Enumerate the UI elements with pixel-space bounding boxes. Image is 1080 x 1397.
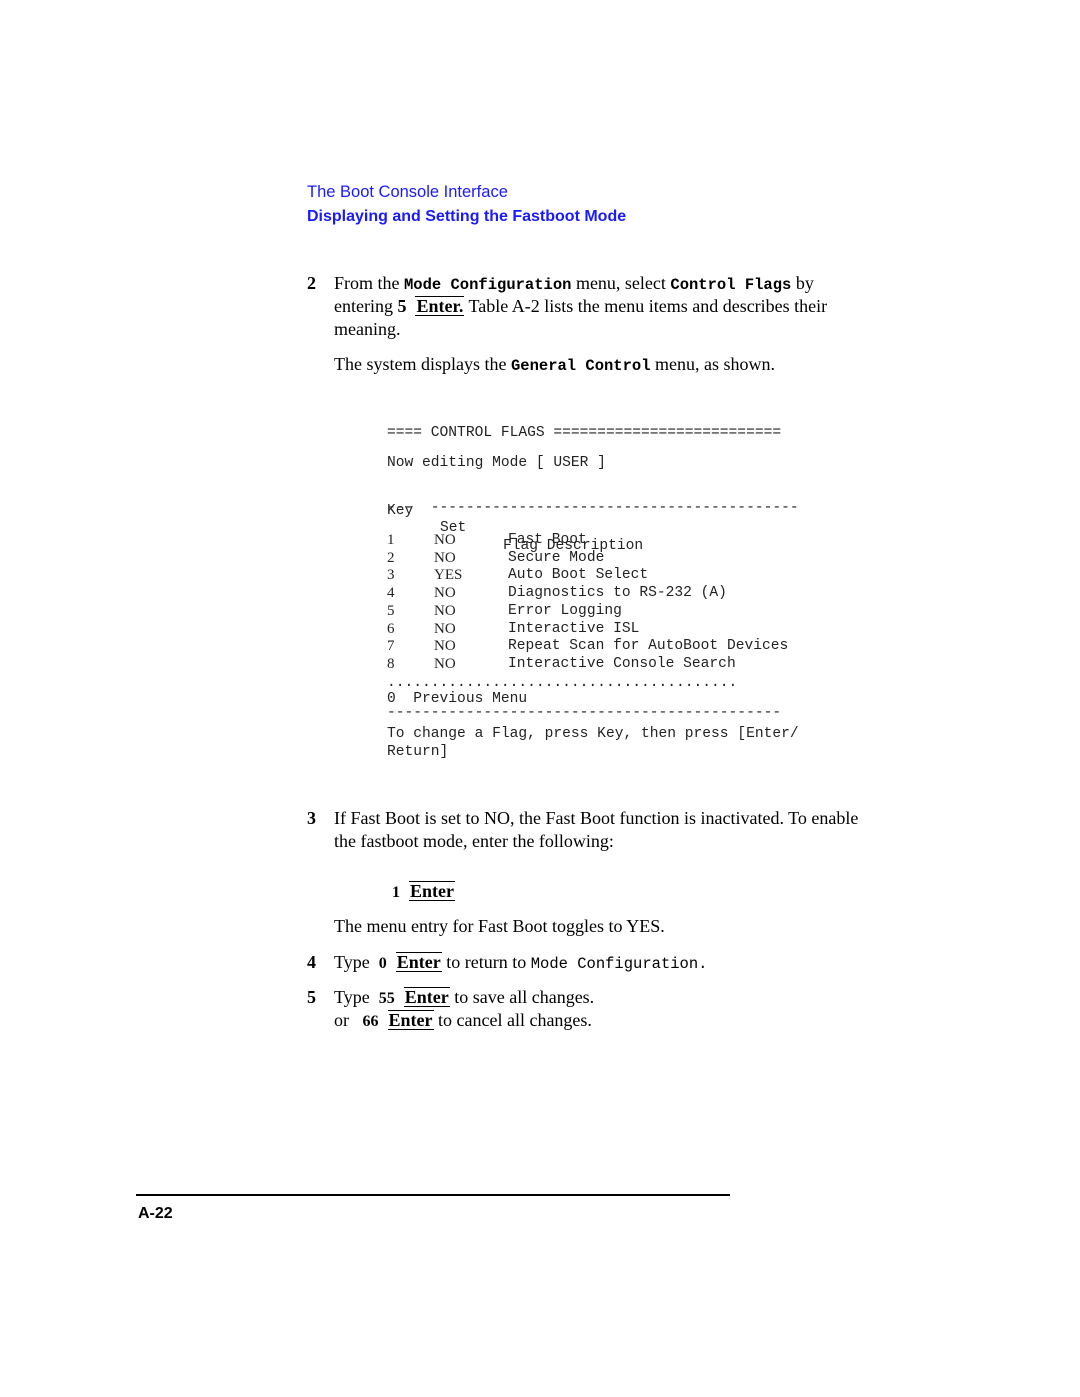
section-header: The Boot Console Interface [307,183,508,201]
step-number: 2 [307,273,316,293]
flag-desc: Diagnostics to RS-232 (A) [508,585,727,602]
flag-desc: Fast Boot [508,532,587,548]
menu-name: General Control [510,357,651,375]
flag-set: NO [434,620,456,637]
step3-line1: If Fast Boot is set to NO, the Fast Boot… [334,808,859,828]
text: entering [334,296,398,316]
step5-line2: or 66 Enter to cancel all changes. [334,1009,592,1033]
key-number: 55 [378,990,395,1007]
key-number: 1 [392,884,400,901]
flag-set: NO [434,549,456,566]
step3-line2: the fastboot mode, enter the following: [334,831,614,851]
flag-desc: Secure Mode [508,549,605,566]
key-number: 66 [362,1013,379,1030]
step2-line3: meaning. [334,319,401,339]
flag-set: YES [434,567,463,584]
text: by [791,273,814,293]
text: menu, select [571,273,671,293]
step4-line: Type 0 Enter to return to Mode Configura… [334,951,707,976]
flag-key: 2 [387,549,395,566]
text: or [334,1010,354,1030]
flag-row: 2 NO Secure Mode [387,550,927,568]
console-screen: ==== CONTROL FLAGS =====================… [387,425,927,770]
step2-line1: From the Mode Configuration menu, select… [334,272,814,297]
flag-row: 7 NO Repeat Scan for AutoBoot Devices [387,638,927,656]
flag-key: 1 [387,532,395,548]
subsection-header: Displaying and Setting the Fastboot Mode [307,208,627,225]
step-number: 3 [307,808,316,828]
flag-row: 4 NO Diagnostics to RS-232 (A) [387,585,927,603]
console-title: ==== CONTROL FLAGS =====================… [387,425,782,441]
step2-result: The system displays the General Control … [334,353,775,378]
flag-desc: Interactive ISL [508,620,640,637]
console-separator: ----------------------------------------… [387,705,782,721]
flag-row: 6 NO Interactive ISL [387,621,927,639]
flag-desc: Error Logging [508,602,622,619]
step-number: 4 [307,952,316,972]
step3-entry: 1 Enter [392,880,455,904]
enter-key: Enter [403,987,450,1007]
enter-key: Enter. [415,296,465,316]
menu-name: Mode Configuration. [530,955,708,973]
flag-row: 8 NO Interactive Console Search [387,656,927,674]
enter-key: Enter [409,881,455,901]
flag-row: 1 NO Fast Boot [387,532,927,550]
flag-row: 3 YES Auto Boot Select [387,567,927,585]
text: to cancel all changes. [433,1010,592,1030]
key-number: 5 [397,296,407,316]
flag-set: NO [434,655,456,672]
enter-key: Enter [387,1010,434,1030]
step3-result: The menu entry for Fast Boot toggles to … [334,916,665,936]
flag-key: 6 [387,620,395,637]
console-hint-cont: Return] [387,744,449,760]
flag-set: NO [434,532,456,548]
text: Type [334,987,375,1007]
flag-key: 5 [387,602,395,619]
text: Table A-2 lists the menu items and descr… [464,296,828,316]
text: Type [334,952,375,972]
text: From the [334,273,404,293]
flag-key: 3 [387,567,395,584]
page-number: A-22 [138,1205,173,1222]
footer-rule [136,1194,730,1196]
flag-desc: Repeat Scan for AutoBoot Devices [508,638,789,655]
menu-name: Mode Configuration [404,276,572,294]
flag-desc: Interactive Console Search [508,655,736,672]
flag-key: 8 [387,655,395,672]
flag-set: NO [434,585,456,602]
flag-set: NO [434,602,456,619]
flag-desc: Auto Boot Select [508,567,649,584]
key-number: 0 [378,955,387,972]
flag-set: NO [434,638,456,655]
console-hint: To change a Flag, press Key, then press … [387,726,799,742]
flag-row: 5 NO Error Logging [387,603,927,621]
flag-key: 7 [387,638,395,655]
console-separator: --- ------------------------------------… [387,500,799,516]
console-mode-line: Now editing Mode [ USER ] [387,455,606,471]
text: The system displays the [334,354,511,374]
step-number: 5 [307,987,316,1007]
step2-line2: entering 5 Enter. Table A-2 lists the me… [334,295,827,318]
text: to save all changes. [449,987,595,1007]
enter-key: Enter [395,952,442,972]
menu-name: Control Flags [670,276,792,294]
flag-key: 4 [387,585,395,602]
text: to return to [441,952,531,972]
text: menu, as shown. [650,354,776,374]
step5-line1: Type 55 Enter to save all changes. [334,986,594,1010]
